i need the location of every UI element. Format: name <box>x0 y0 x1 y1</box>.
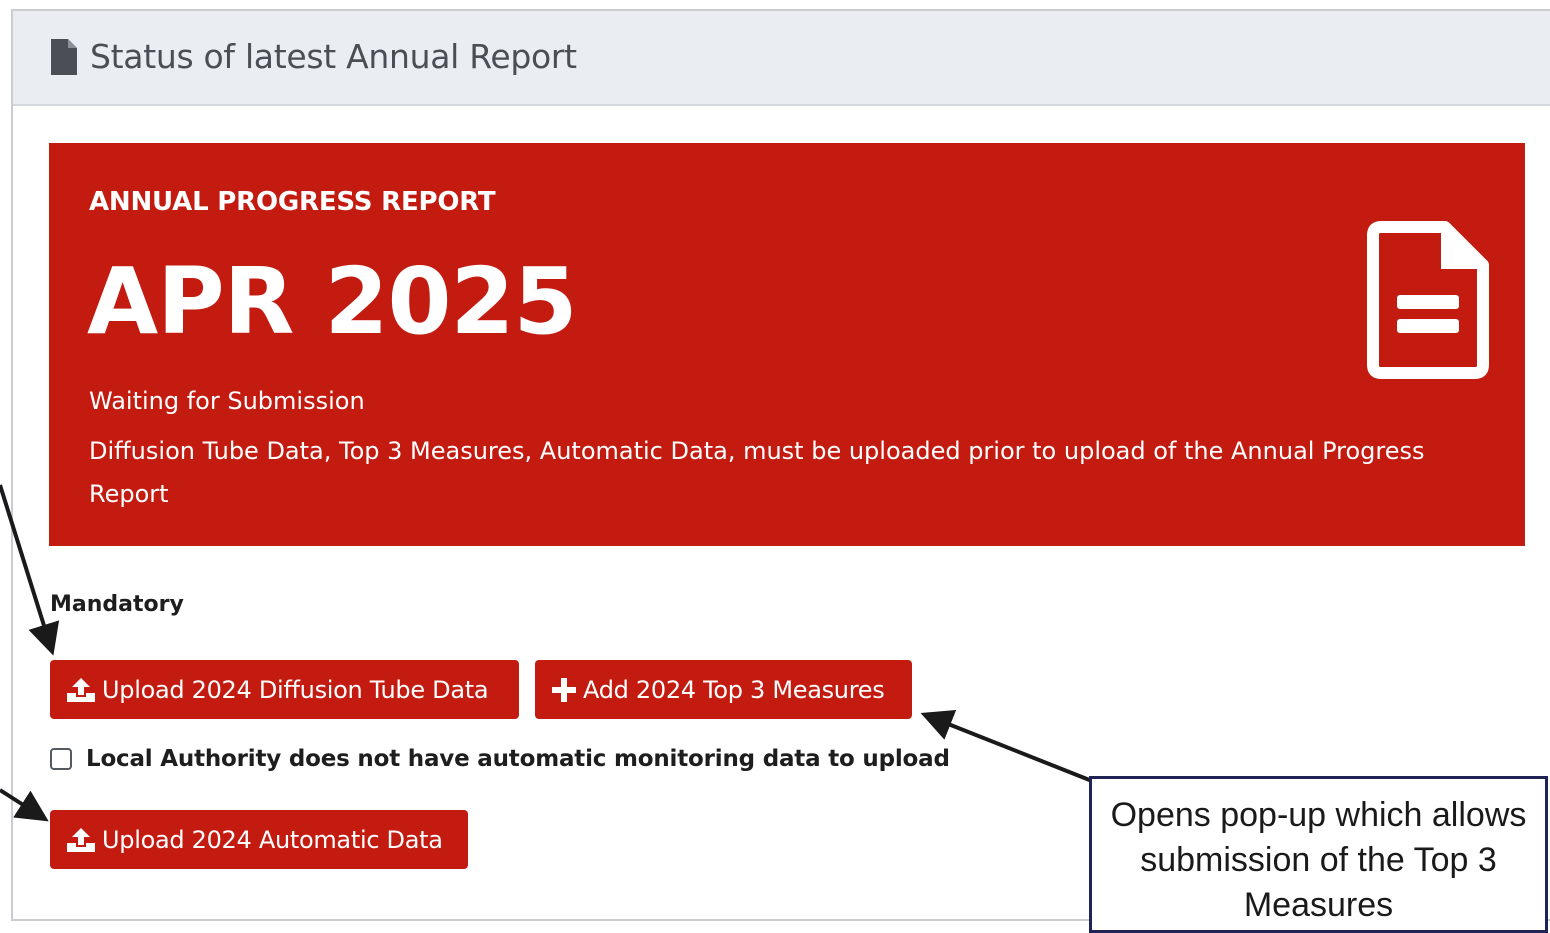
annotation-callout: Opens pop-up which allows submission of … <box>1089 776 1548 933</box>
upload-diffusion-label: Upload 2024 Diffusion Tube Data <box>102 675 489 704</box>
card-title: Status of latest Annual Report <box>90 37 577 76</box>
banner-label: ANNUAL PROGRESS REPORT <box>89 187 496 217</box>
upload-icon <box>67 677 95 702</box>
upload-automatic-label: Upload 2024 Automatic Data <box>102 825 443 854</box>
upload-icon <box>67 827 95 852</box>
no-automatic-data-label[interactable]: Local Authority does not have automatic … <box>86 746 950 772</box>
no-automatic-data-checkbox[interactable] <box>50 748 72 770</box>
add-top3-measures-button[interactable]: Add 2024 Top 3 Measures <box>535 660 912 719</box>
mandatory-heading: Mandatory <box>50 592 184 617</box>
submission-status: Waiting for Submission <box>89 387 365 415</box>
upload-diffusion-tube-data-button[interactable]: Upload 2024 Diffusion Tube Data <box>50 660 519 719</box>
add-top3-label: Add 2024 Top 3 Measures <box>583 675 885 704</box>
file-text-icon <box>1367 221 1489 383</box>
banner-heading: APR 2025 <box>87 248 578 355</box>
plus-icon <box>552 677 576 702</box>
no-automatic-data-option[interactable]: Local Authority does not have automatic … <box>50 744 950 774</box>
upload-automatic-data-button[interactable]: Upload 2024 Automatic Data <box>50 810 468 869</box>
card-header: Status of latest Annual Report <box>13 11 1550 106</box>
apr-status-banner: ANNUAL PROGRESS REPORT APR 2025 Waiting … <box>49 143 1525 546</box>
upload-requirement-note: Diffusion Tube Data, Top 3 Measures, Aut… <box>89 437 1425 508</box>
file-icon <box>51 39 77 79</box>
